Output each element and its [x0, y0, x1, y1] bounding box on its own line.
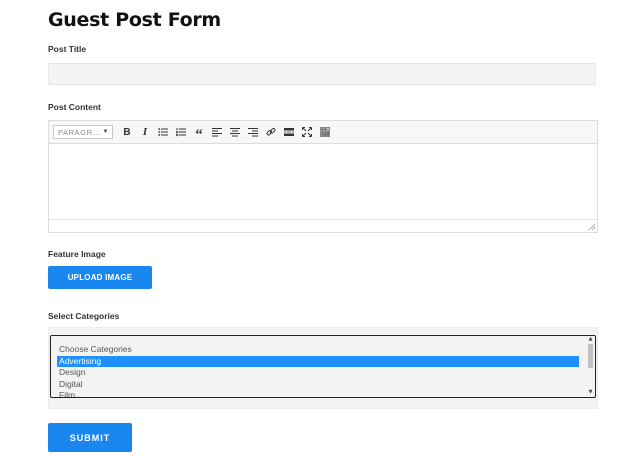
rich-text-editor: PARAGR... ▼ B I “ — [48, 120, 598, 233]
editor-content-area[interactable] — [49, 144, 597, 220]
select-categories-label: Select Categories — [48, 311, 120, 321]
chevron-up-icon[interactable]: ▲ — [587, 337, 594, 342]
category-option[interactable]: Film — [57, 390, 579, 397]
italic-icon[interactable]: I — [136, 124, 154, 140]
scrollbar[interactable]: ▲ ▼ — [587, 337, 594, 395]
category-option[interactable]: Choose Categories — [57, 344, 579, 356]
numbered-list-icon[interactable] — [172, 124, 190, 140]
align-right-icon[interactable] — [244, 124, 262, 140]
scrollbar-thumb[interactable] — [588, 344, 593, 368]
format-select[interactable]: PARAGR... ▼ — [53, 125, 113, 139]
format-select-value: PARAGR... — [58, 127, 101, 137]
bullet-list-icon[interactable] — [154, 124, 172, 140]
fullscreen-icon[interactable] — [298, 124, 316, 140]
post-title-input[interactable] — [48, 63, 596, 85]
editor-toolbar: PARAGR... ▼ B I “ — [49, 121, 597, 144]
category-option[interactable]: Design — [57, 367, 579, 379]
resize-handle-icon[interactable] — [588, 223, 595, 230]
link-icon[interactable] — [262, 124, 280, 140]
feature-image-label: Feature Image — [48, 249, 106, 259]
post-content-label: Post Content — [48, 102, 101, 112]
bold-icon[interactable]: B — [118, 124, 136, 140]
chevron-down-icon: ▼ — [102, 129, 109, 135]
align-center-icon[interactable] — [226, 124, 244, 140]
category-option[interactable]: Digital — [57, 379, 579, 391]
categories-field: ▲ ▼ Choose Categories Advertising Design Di… — [48, 327, 598, 409]
chevron-down-icon[interactable]: ▼ — [587, 390, 594, 395]
read-more-icon[interactable] — [280, 124, 298, 140]
post-title-label: Post Title — [48, 44, 87, 54]
categories-listbox[interactable]: ▲ ▼ Choose Categories Advertising Design Di… — [50, 335, 596, 398]
toolbar-toggle-icon[interactable] — [316, 124, 334, 140]
blockquote-icon[interactable]: “ — [190, 124, 208, 142]
page-title: Guest Post Form — [48, 9, 221, 31]
upload-image-button[interactable]: UPLOAD IMAGE — [48, 266, 152, 289]
submit-button[interactable]: SUBMIT — [48, 423, 132, 452]
align-left-icon[interactable] — [208, 124, 226, 140]
category-option[interactable]: Advertising — [57, 355, 579, 367]
